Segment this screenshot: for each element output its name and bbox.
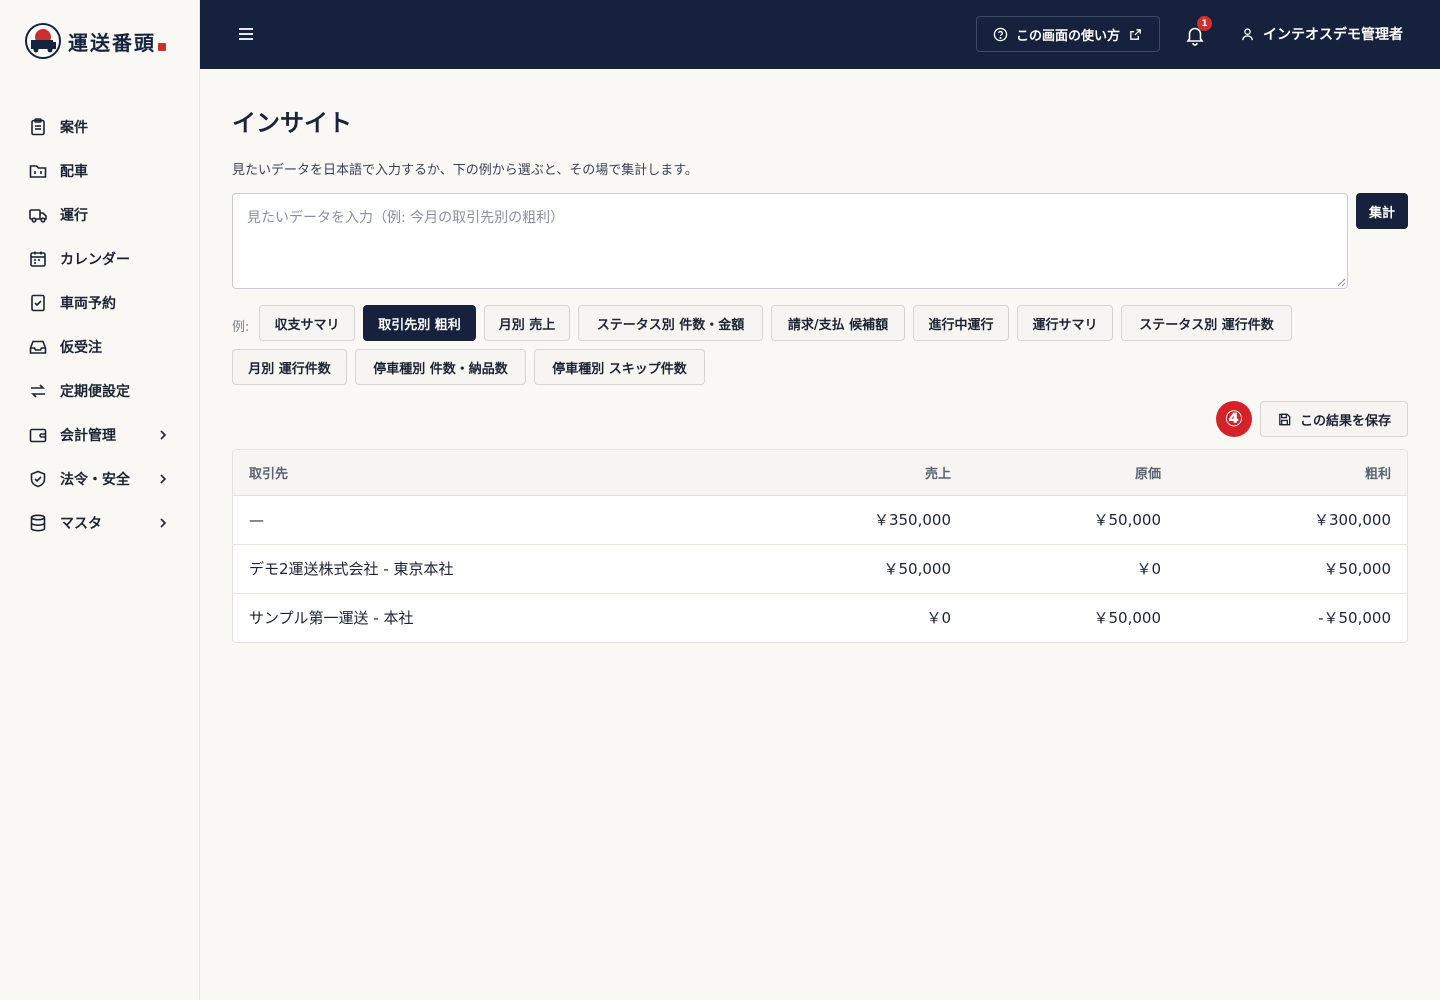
example-chip[interactable]: 請求/支払 候補額 xyxy=(771,305,905,341)
user-name: インテオスデモ管理者 xyxy=(1263,27,1403,43)
sidebar-item-cases[interactable]: 案件 xyxy=(0,105,200,149)
query-input[interactable] xyxy=(232,193,1348,289)
clipboard-check-icon xyxy=(31,294,45,312)
sidebar-item-recurring[interactable]: 定期便設定 xyxy=(0,369,200,413)
table-header-row: 取引先 売上 原価 粗利 xyxy=(233,450,1407,496)
cell-cost: ￥50,000 xyxy=(967,495,1177,545)
cell-cost: ￥0 xyxy=(967,544,1177,594)
example-chip[interactable]: 運行サマリ xyxy=(1017,305,1113,341)
calendar-icon xyxy=(30,251,46,267)
cell-sales: ￥50,000 xyxy=(753,544,967,594)
table-row: サンプル第一運送 - 本社 ￥0 ￥50,000 -￥50,000 xyxy=(233,593,1407,642)
help-button-label: この画面の使い方 xyxy=(1015,28,1120,44)
save-icon xyxy=(1279,413,1291,425)
example-chip[interactable]: 停車種別 件数・納品数 xyxy=(355,349,526,385)
example-chip-active[interactable]: 取引先別 粗利 xyxy=(363,305,476,341)
example-chip[interactable]: ステータス別 運行件数 xyxy=(1121,305,1292,341)
aggregate-button[interactable]: 集計 xyxy=(1356,193,1408,229)
sidebar-item-calendar[interactable]: カレンダー xyxy=(0,237,200,281)
sidebar-item-label: 定期便設定 xyxy=(60,384,130,400)
results-table: 取引先 売上 原価 粗利 — ￥350,000 ￥50,000 ￥300,000… xyxy=(232,449,1408,643)
save-result-button[interactable]: この結果を保存 xyxy=(1260,401,1408,437)
sidebar-item-compliance[interactable]: 法令・安全 xyxy=(0,457,200,501)
truck-icon xyxy=(29,209,47,223)
chevron-right-icon xyxy=(160,474,167,484)
sidebar-item-label: 仮受注 xyxy=(60,340,102,356)
sidebar-item-accounting[interactable]: 会計管理 xyxy=(0,413,200,457)
chevron-right-icon xyxy=(160,430,167,440)
column-header-partner: 取引先 xyxy=(233,450,753,496)
sidebar-item-label: 案件 xyxy=(60,120,88,136)
clipboard-icon xyxy=(31,118,45,136)
cell-gross-profit: -￥50,000 xyxy=(1318,609,1391,628)
page-description: 見たいデータを日本語で入力するか、下の例から選ぶと、その場で集計します。 xyxy=(232,163,698,178)
user-icon xyxy=(1242,27,1253,40)
column-header-sales: 売上 xyxy=(753,450,967,496)
calendar-folder-icon xyxy=(29,165,47,178)
database-icon xyxy=(30,514,46,532)
help-button[interactable]: この画面の使い方 xyxy=(976,16,1160,52)
top-header: この画面の使い方 1 インテオスデモ管理者 xyxy=(200,0,1440,69)
sidebar-item-label: 会計管理 xyxy=(60,428,116,444)
table-row: — ￥350,000 ￥50,000 ￥300,000 xyxy=(233,495,1407,545)
example-chip[interactable]: 進行中運行 xyxy=(913,305,1009,341)
examples-label: 例: xyxy=(232,320,250,335)
step-marker-badge: ④ xyxy=(1216,401,1252,437)
cell-gross-profit: ￥50,000 xyxy=(1177,544,1407,594)
sidebar-item-label: カレンダー xyxy=(60,252,130,268)
question-circle-icon xyxy=(993,27,1008,41)
app-logo[interactable]: 運送番頭 xyxy=(24,22,166,60)
logo-text: 運送番頭 xyxy=(68,30,156,55)
example-chip[interactable]: 月別 運行件数 xyxy=(232,349,347,385)
logo-seal xyxy=(158,43,166,51)
sidebar-item-operations[interactable]: 運行 xyxy=(0,193,200,237)
cell-partner: サンプル第一運送 - 本社 xyxy=(249,609,414,628)
example-chip[interactable]: 停車種別 スキップ件数 xyxy=(534,349,705,385)
sidebar-item-label: 運行 xyxy=(60,208,88,224)
cell-partner: デモ2運送株式会社 - 東京本社 xyxy=(233,544,753,594)
sidebar: 運送番頭 案件 配車 運行 カレンダー 車両予約 仮受注 定期便設定 会計管理 … xyxy=(0,0,200,1000)
inbox-icon xyxy=(29,340,47,354)
external-link-icon xyxy=(1130,28,1141,40)
cell-gross-profit: ￥300,000 xyxy=(1177,495,1407,545)
sidebar-item-dispatch[interactable]: 配車 xyxy=(0,149,200,193)
resize-grip-icon[interactable] xyxy=(1336,277,1346,287)
sidebar-item-master[interactable]: マスタ xyxy=(0,501,200,545)
cell-sales: ￥0 xyxy=(926,609,951,628)
cell-partner: — xyxy=(233,495,753,545)
user-menu[interactable]: インテオスデモ管理者 xyxy=(1240,22,1403,46)
table-row: デモ2運送株式会社 - 東京本社 ￥50,000 ￥0 ￥50,000 xyxy=(233,544,1407,594)
notification-badge: 1 xyxy=(1197,16,1212,31)
column-header-cost: 原価 xyxy=(967,450,1177,496)
column-header-gross-profit: 粗利 xyxy=(1177,450,1407,496)
logo-truck-icon xyxy=(25,23,61,59)
wallet-icon xyxy=(29,428,47,443)
sidebar-item-label: 車両予約 xyxy=(60,296,116,312)
sidebar-item-provisional-orders[interactable]: 仮受注 xyxy=(0,325,200,369)
example-chip[interactable]: 月別 売上 xyxy=(484,305,570,341)
cell-cost: ￥50,000 xyxy=(1093,609,1162,628)
hamburger-menu-icon[interactable] xyxy=(236,24,256,44)
save-button-label: この結果を保存 xyxy=(1299,413,1391,429)
sidebar-nav: 案件 配車 運行 カレンダー 車両予約 仮受注 定期便設定 会計管理 法令・安全… xyxy=(0,105,200,545)
sidebar-item-label: マスタ xyxy=(60,516,102,532)
example-chip[interactable]: ステータス別 件数・金額 xyxy=(578,305,763,341)
shield-check-icon xyxy=(30,470,46,488)
example-chip[interactable]: 収支サマリ xyxy=(259,305,355,341)
cell-sales: ￥350,000 xyxy=(753,495,967,545)
sidebar-item-label: 法令・安全 xyxy=(60,472,130,488)
repeat-icon xyxy=(31,384,45,398)
page-title: インサイト xyxy=(232,109,352,137)
chevron-right-icon xyxy=(160,518,167,528)
sidebar-item-vehicle-booking[interactable]: 車両予約 xyxy=(0,281,200,325)
sidebar-item-label: 配車 xyxy=(60,164,88,180)
